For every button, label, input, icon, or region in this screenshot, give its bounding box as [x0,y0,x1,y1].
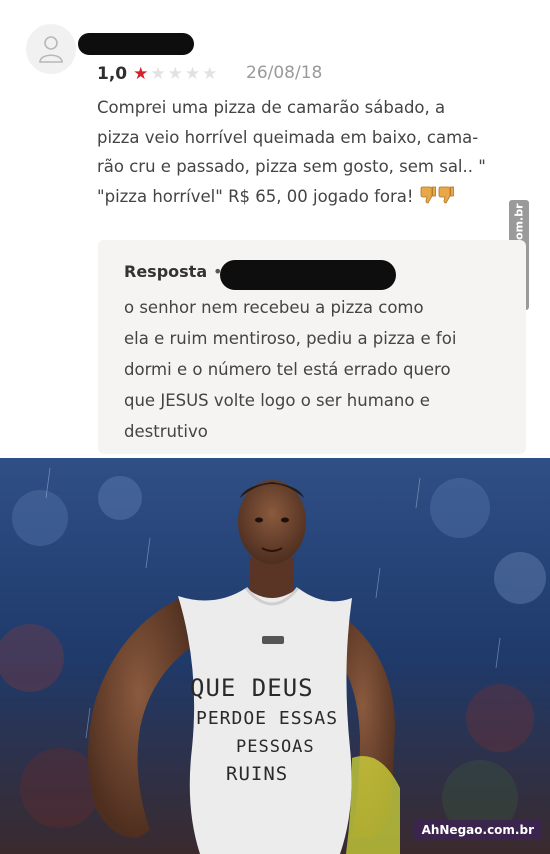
review-line: "pizza horrível" R$ 65, 00 jogado fora! [97,186,414,206]
shirt-line: PESSOAS [236,737,315,757]
star-icon: ★ [184,63,201,84]
thumbs-down-emojis [420,184,456,214]
review-line: pizza veio horrível queimada em baixo, c… [97,127,479,147]
review-card: 1,0 ★ ★ ★ ★ ★ 26/08/18 Comprei uma pizza… [0,0,550,458]
review-line: rão cru e passado, pizza sem gosto, sem … [97,157,486,176]
shirt-line: PERDOE ESSAS [196,708,338,729]
star-icon: ★ [150,63,166,84]
meme-photo: QUE DEUS PERDOE ESSAS PESSOAS RUINS AhNe… [0,458,550,854]
owner-reply: Resposta • o senhor nem recebeu a pizza … [98,240,526,454]
reviewer-name-redacted [78,33,194,55]
rating-line: 1,0 ★ ★ ★ ★ ★ [97,62,219,86]
shirt-line: RUINS [226,763,288,785]
reply-line: ela e ruim mentiroso, pediu a pizza e fo… [124,329,457,348]
review-text: Comprei uma pizza de camarão sábado, a p… [97,93,529,213]
thumbs-down-icon [438,186,454,203]
reply-line: que JESUS volte logo o ser humano e [124,391,430,410]
thumbs-down-icon [420,186,436,203]
reply-line: dormi e o número tel está errado quero [124,360,451,379]
review-line: Comprei uma pizza de camarão sábado, a [97,98,446,117]
shirt-line: QUE DEUS [190,674,314,702]
reply-label: Resposta [124,262,208,281]
star-rating: ★ ★ ★ ★ ★ [133,63,219,84]
review-date: 26/08/18 [246,63,323,83]
owner-name-redacted [220,260,396,290]
user-avatar[interactable] [26,24,76,74]
bottom-watermark: AhNegao.com.br [413,820,542,840]
rating-value: 1,0 [97,64,128,84]
user-avatar-icon [39,36,63,63]
reply-text: o senhor nem recebeu a pizza como ela e … [124,292,504,447]
meme-photo-illustration: QUE DEUS PERDOE ESSAS PESSOAS RUINS [0,458,550,854]
reply-line: o senhor nem recebeu a pizza como [124,298,424,317]
reply-line: destrutivo [124,422,208,441]
star-icon: ★ [202,63,218,84]
star-icon: ★ [133,63,149,84]
star-icon: ★ [167,63,183,84]
review-line-last: "pizza horrível" R$ 65, 00 jogado fora! [97,182,529,214]
